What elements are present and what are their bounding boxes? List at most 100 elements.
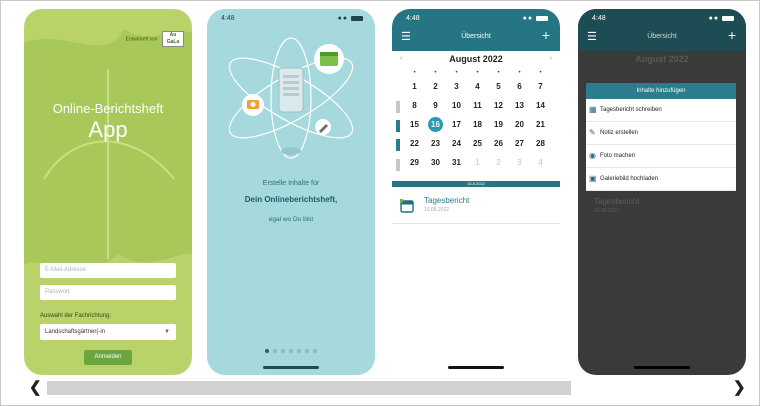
add-icon[interactable]: + bbox=[728, 27, 736, 43]
page-dot[interactable] bbox=[281, 349, 285, 353]
calendar-day[interactable]: 4 bbox=[530, 153, 551, 172]
horizontal-scrollbar[interactable]: ❮ ❯ bbox=[1, 375, 759, 397]
calendar-day[interactable]: 30 bbox=[425, 153, 446, 172]
add-content-sheet: Inhalte hinzufügen ▦ Tagesbericht schreib… bbox=[586, 83, 736, 191]
specialty-label: Auswahl der Fachrichtung: bbox=[40, 313, 112, 319]
pencil-icon: ✎ bbox=[589, 128, 596, 137]
calendar-day[interactable]: 16 bbox=[425, 115, 446, 134]
calendar-day[interactable]: 7 bbox=[530, 77, 551, 96]
status-time: 4:48 bbox=[592, 15, 606, 22]
calendar-day[interactable]: 9 bbox=[425, 96, 446, 115]
scroll-left-icon[interactable]: ❮ bbox=[29, 378, 42, 396]
calendar-grid[interactable]: • • • • • • • 1 2 3 4 5 6 7 8 9 10 11 12 13 14 15 16 17 18 19 20 21… bbox=[404, 69, 554, 172]
page-dot[interactable] bbox=[265, 349, 269, 353]
calendar-icon bbox=[314, 44, 344, 74]
entry-date: 16.08.2022 bbox=[594, 208, 620, 214]
calendar-day[interactable]: 10 bbox=[446, 96, 467, 115]
calendar-day[interactable]: 2 bbox=[425, 77, 446, 96]
sheet-title: Inhalte hinzufügen bbox=[586, 83, 736, 99]
chevron-down-icon: ▼ bbox=[164, 329, 170, 335]
calendar-week: 1234567 bbox=[404, 77, 554, 96]
weekday-marker: • bbox=[434, 70, 437, 76]
weekday-marker: • bbox=[413, 70, 416, 76]
nav-bar: 4:48 ●● ☰ Übersicht + bbox=[578, 9, 746, 51]
calendar-day[interactable]: 6 bbox=[509, 77, 530, 96]
scrollbar-thumb[interactable] bbox=[47, 381, 571, 395]
calendar-day[interactable]: 2 bbox=[488, 153, 509, 172]
calendar-day[interactable]: 14 bbox=[530, 96, 551, 115]
menu-item-take-photo[interactable]: ◉ Foto machen bbox=[586, 145, 736, 168]
signal-icon: ●● bbox=[709, 15, 734, 22]
home-indicator bbox=[634, 366, 690, 369]
page-dot[interactable] bbox=[289, 349, 293, 353]
screenshot-login[interactable]: Entwickelt von Au GaLa Online-Berichtshef… bbox=[24, 9, 192, 375]
week-marker bbox=[396, 120, 400, 132]
month-label: August 2022 bbox=[635, 54, 689, 64]
chevron-right-icon[interactable]: › bbox=[550, 55, 552, 62]
onboarding-line-2: Dein Onlineberichtsheft, bbox=[244, 195, 338, 204]
app-subtitle: App bbox=[88, 117, 128, 142]
onboarding-line-1: Erstelle Inhalte für bbox=[262, 180, 320, 187]
calendar-icon bbox=[400, 199, 414, 213]
calendar-day[interactable]: 12 bbox=[488, 96, 509, 115]
status-time: 4:48 bbox=[406, 15, 420, 22]
calendar-day[interactable]: 3 bbox=[446, 77, 467, 96]
home-indicator bbox=[448, 366, 504, 369]
calendar-day[interactable]: 29 bbox=[404, 153, 425, 172]
calendar-day[interactable]: 31 bbox=[446, 153, 467, 172]
screenshot-onboarding: 4:48 ●● Erstelle Inhalte für Dein Online… bbox=[207, 9, 375, 375]
page-dot[interactable] bbox=[313, 349, 317, 353]
calendar-day[interactable]: 18 bbox=[467, 115, 488, 134]
app-title: Online-Berichtsheft bbox=[52, 101, 164, 116]
password-field[interactable]: Passwort bbox=[40, 285, 176, 300]
calendar-day[interactable]: 26 bbox=[488, 134, 509, 153]
specialty-select[interactable]: Landschaftsgärtner(-in ▼ bbox=[40, 324, 176, 340]
calendar-day[interactable]: 13 bbox=[509, 96, 530, 115]
calendar-day[interactable]: 1 bbox=[404, 77, 425, 96]
page-dot[interactable] bbox=[273, 349, 277, 353]
calendar-day[interactable]: 23 bbox=[425, 134, 446, 153]
specialty-value: Landschaftsgärtner(-in bbox=[45, 329, 106, 335]
calendar-day[interactable]: 28 bbox=[530, 134, 551, 153]
badge-text: Entwickelt von bbox=[125, 36, 158, 43]
calendar-icon: ▦ bbox=[589, 105, 597, 114]
screenshot-add-content: 4:48 ●● ☰ Übersicht + August 2022 Tagesb… bbox=[578, 9, 746, 375]
nav-bar: 4:48 ●● ☰ Übersicht + bbox=[392, 9, 560, 51]
page-dot[interactable] bbox=[305, 349, 309, 353]
weekday-marker: • bbox=[476, 70, 479, 76]
menu-item-write-report[interactable]: ▦ Tagesbericht schreiben bbox=[586, 99, 736, 122]
calendar-day[interactable]: 27 bbox=[509, 134, 530, 153]
email-field[interactable]: E-Mail-Adresse bbox=[40, 263, 176, 278]
calendar-day[interactable]: 22 bbox=[404, 134, 425, 153]
calendar-day[interactable]: 21 bbox=[530, 115, 551, 134]
calendar-day[interactable]: 19 bbox=[488, 115, 509, 134]
page-indicator[interactable] bbox=[207, 349, 375, 353]
calendar-day[interactable]: 11 bbox=[467, 96, 488, 115]
month-label: August 2022 bbox=[449, 54, 503, 64]
calendar-day[interactable]: 20 bbox=[509, 115, 530, 134]
leaf-background-icon bbox=[24, 29, 192, 267]
calendar-day[interactable]: 24 bbox=[446, 134, 467, 153]
calendar-day[interactable]: 17 bbox=[446, 115, 467, 134]
login-button[interactable]: Anmelden bbox=[84, 350, 132, 365]
calendar-day[interactable]: 1 bbox=[467, 153, 488, 172]
signal-icon: ●● bbox=[523, 15, 548, 22]
scroll-right-icon[interactable]: ❯ bbox=[733, 378, 746, 396]
add-icon[interactable]: + bbox=[542, 27, 550, 43]
background-entry: Tagesbericht 16.08.2022 bbox=[594, 197, 639, 214]
menu-item-create-note[interactable]: ✎ Notiz erstellen bbox=[586, 122, 736, 145]
calendar-day[interactable]: 8 bbox=[404, 96, 425, 115]
list-item[interactable]: Tagesbericht 16.08.2022 bbox=[392, 189, 560, 224]
week-marker bbox=[396, 139, 400, 151]
company-logo: Au GaLa bbox=[162, 31, 184, 47]
calendar-day[interactable]: 25 bbox=[467, 134, 488, 153]
calendar-day[interactable]: 5 bbox=[488, 77, 509, 96]
week-marker bbox=[396, 101, 400, 113]
calendar-day[interactable]: 15 bbox=[404, 115, 425, 134]
calendar-week: 29 30 31 1 2 3 4 bbox=[404, 153, 554, 172]
page-dot[interactable] bbox=[297, 349, 301, 353]
calendar-day[interactable]: 4 bbox=[467, 77, 488, 96]
calendar-week: 8 9 10 11 12 13 14 bbox=[404, 96, 554, 115]
menu-item-upload-image[interactable]: ▣ Galeriebild hochladen bbox=[586, 168, 736, 191]
calendar-day[interactable]: 3 bbox=[509, 153, 530, 172]
